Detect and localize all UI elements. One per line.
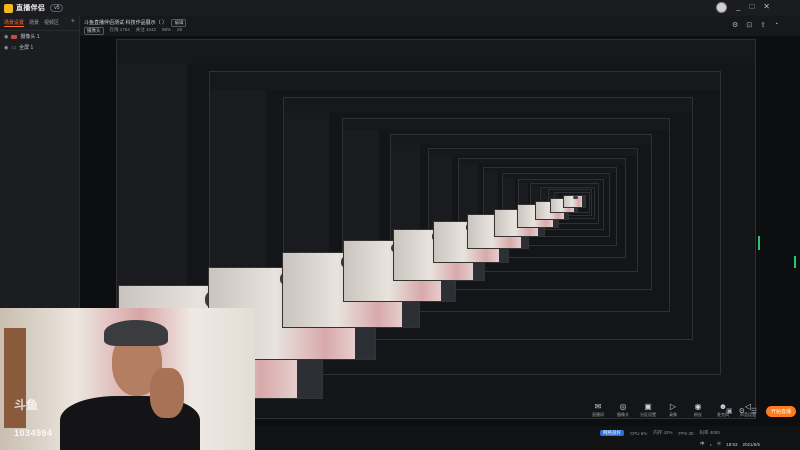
add-scene-button[interactable]: + <box>71 18 75 27</box>
wifi-icon[interactable]: ⓦ <box>717 441 722 447</box>
camera-icon: ◎ <box>619 402 627 411</box>
tool-label: 直播间 <box>592 412 604 417</box>
person-hand <box>150 368 184 418</box>
nested-webcam-tile <box>562 195 586 208</box>
eye-icon[interactable]: ◉ <box>4 34 8 40</box>
app-logo: 直播伴侣 v5 <box>0 3 64 13</box>
user-avatar[interactable] <box>716 2 727 13</box>
status-fps: FPS 30 <box>678 430 694 436</box>
toolbar-small-icons: ▣ ⚙ ☰ <box>726 407 757 415</box>
category-chip[interactable]: 摄像头 <box>84 27 104 35</box>
maximize-icon[interactable]: □ <box>749 2 754 11</box>
tool-label: 分区设置 <box>640 412 656 417</box>
room-header: 斗鱼直播伴侣测试·科技作品展示（ ） 编辑 摄像头 在线 1754 关注 104… <box>80 16 800 36</box>
audio-level-meter <box>794 256 796 268</box>
room-title: 斗鱼直播伴侣测试·科技作品展示（ ） 编辑 <box>84 19 187 27</box>
system-taskbar: 中 ♪ ⓦ 18:53 2021/6/5 <box>700 438 800 450</box>
lock-icon[interactable]: ⊡ <box>746 21 752 29</box>
bell-icon[interactable]: ◔ <box>774 21 778 29</box>
audio-level-meter <box>758 236 760 250</box>
person-hat <box>104 320 168 346</box>
tool-label: 摄像头 <box>617 412 629 417</box>
tool-fans[interactable]: ◉ 粉丝 <box>688 402 708 418</box>
source-item-camera[interactable]: ◉ 摄像头 1 <box>0 31 79 42</box>
tab-scene-settings[interactable]: 场景设置 <box>4 19 25 27</box>
monitor-icon: ▭ <box>11 44 17 51</box>
meta-rate: 98% <box>162 27 172 32</box>
tool-camera[interactable]: ◎ 摄像头 <box>613 402 633 418</box>
status-bitrate: 码率 4000 <box>699 430 720 435</box>
version-chip[interactable]: v5 <box>50 4 64 12</box>
source-item-fullscreen[interactable]: ◉ ▭ 全屏 1 <box>0 42 79 53</box>
start-live-button[interactable]: 开始直播 <box>766 406 796 417</box>
screen-icon[interactable]: ▣ <box>726 407 733 415</box>
status-bar: 网络良好 CPU 6% 内存 42% FPS 30 码率 4000 <box>600 428 800 438</box>
tool-room[interactable]: ✉ 直播间 <box>588 402 608 418</box>
network-status: 网络良好 <box>600 430 624 436</box>
meta-online: 在线 1754 <box>109 27 130 32</box>
status-cpu: CPU 6% <box>630 430 648 436</box>
title-bar: 直播伴侣 v5 _ □ ✕ <box>0 0 800 16</box>
edit-title-button[interactable]: 编辑 <box>171 19 187 27</box>
source-label: 全屏 1 <box>19 45 34 51</box>
room-title-text: 斗鱼直播伴侣测试·科技作品展示（ ） <box>84 20 168 26</box>
tab-video[interactable]: 视频区 <box>44 19 59 27</box>
close-icon[interactable]: ✕ <box>763 2 770 11</box>
tab-scene[interactable]: 场景 <box>29 19 39 27</box>
clock-date: 2021/6/5 <box>742 441 761 447</box>
scene-tabs: 场景设置 场景 视频区 + <box>0 16 79 31</box>
window-controls: _ □ ✕ <box>736 2 770 11</box>
tool-label: 粉丝 <box>694 412 702 417</box>
tool-section[interactable]: ▣ 分区设置 <box>638 402 658 418</box>
source-label: 摄像头 1 <box>20 34 40 40</box>
room-meta: 摄像头 在线 1754 关注 1042 98% 28 <box>84 27 182 35</box>
share-icon[interactable]: ⇪ <box>760 21 766 29</box>
gear-icon[interactable]: ⚙ <box>732 21 738 29</box>
volume-icon[interactable]: ♪ <box>710 442 712 447</box>
meta-count: 28 <box>177 27 183 32</box>
mail-icon: ✉ <box>594 402 602 411</box>
meta-follow: 关注 1042 <box>135 27 157 32</box>
platform-logo: 斗鱼 <box>14 398 39 412</box>
door <box>4 328 26 428</box>
minimize-icon[interactable]: _ <box>736 2 740 11</box>
settings-icon[interactable]: ⚙ <box>739 407 745 415</box>
layout-icon: ▣ <box>644 402 652 411</box>
header-icons: ⚙ ⊡ ⇪ ◔ <box>732 21 778 29</box>
camera-icon <box>11 34 18 39</box>
ime-icon[interactable]: 中 <box>700 441 705 447</box>
fans-icon: ◉ <box>694 402 702 411</box>
app-logo-icon <box>4 3 13 13</box>
tool-record[interactable]: ▷ 录像 <box>663 402 683 418</box>
room-number: 1034994 <box>14 428 53 438</box>
app-logo-text: 直播伴侣 <box>16 5 46 12</box>
menu-icon[interactable]: ☰ <box>751 407 757 415</box>
clock-time: 18:53 <box>726 441 738 447</box>
play-icon: ▷ <box>669 402 677 411</box>
eye-icon[interactable]: ◉ <box>4 45 8 51</box>
status-mem: 内存 42% <box>653 430 673 435</box>
tool-label: 录像 <box>669 412 677 417</box>
